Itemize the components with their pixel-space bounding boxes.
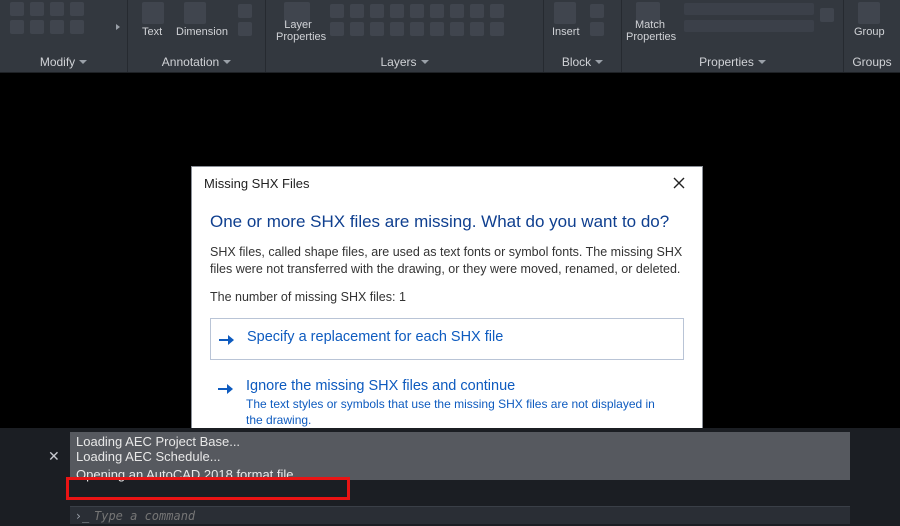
dialog-description: SHX files, called shape files, are used … xyxy=(210,244,684,278)
panel-label-text: Groups xyxy=(852,55,891,69)
close-button[interactable] xyxy=(668,172,690,194)
command-close-button[interactable]: ✕ xyxy=(48,448,60,465)
text-tool-label[interactable]: Text xyxy=(142,26,162,38)
chevron-down-icon xyxy=(223,60,231,64)
command-prompt-icon: ›_ xyxy=(70,507,94,524)
insert-tool-label[interactable]: Insert xyxy=(552,26,580,38)
history-line: Loading AEC Project Base... xyxy=(76,434,844,449)
command-line-area: ✕ Loading AEC Project Base... Loading AE… xyxy=(0,428,900,526)
panel-label-layers[interactable]: Layers xyxy=(266,52,543,72)
panel-label-text: Layers xyxy=(380,55,416,69)
panel-label-group[interactable]: Groups xyxy=(844,52,900,72)
panel-annotation: Text Dimension Annotation xyxy=(128,0,266,72)
panel-label-block[interactable]: Block xyxy=(544,52,621,72)
panel-label-text: Modify xyxy=(40,55,75,69)
panel-label-properties[interactable]: Properties xyxy=(622,52,843,72)
chevron-down-icon xyxy=(595,60,603,64)
panel-layers: Layer Properties Layers xyxy=(266,0,544,72)
match-properties-label[interactable]: Match Properties xyxy=(626,20,674,43)
close-icon xyxy=(673,177,685,189)
command-input[interactable] xyxy=(94,509,850,523)
dialog-missing-count: The number of missing SHX files: 1 xyxy=(210,290,684,304)
panel-label-text: Annotation xyxy=(162,55,219,69)
count-prefix: The number of missing SHX files: xyxy=(210,290,399,304)
layer-properties-label[interactable]: Layer Properties xyxy=(276,20,320,43)
chevron-down-icon xyxy=(421,60,429,64)
option2-title: Ignore the missing SHX files and continu… xyxy=(246,378,666,395)
panel-block: Insert Block xyxy=(544,0,622,72)
arrow-right-icon xyxy=(219,331,237,349)
command-history[interactable]: Loading AEC Project Base... Loading AEC … xyxy=(70,432,850,480)
group-tool-label[interactable]: Group xyxy=(854,26,885,38)
count-value: 1 xyxy=(399,290,406,304)
chevron-down-icon xyxy=(79,60,87,64)
option2-subtitle: The text styles or symbols that use the … xyxy=(246,397,666,428)
history-line: Loading AEC Schedule... xyxy=(76,449,844,464)
dialog-heading: One or more SHX files are missing. What … xyxy=(210,211,684,232)
ribbon: Modify Text Dimension Annotation Layer P… xyxy=(0,0,900,73)
dimension-tool-label[interactable]: Dimension xyxy=(176,26,228,38)
history-highlight-line: Opening an AutoCAD 2018 format file. xyxy=(76,467,844,482)
dialog-titlebar: Missing SHX Files xyxy=(192,167,702,199)
drawing-area[interactable]: Missing SHX Files One or more SHX files … xyxy=(0,73,900,428)
dialog-title: Missing SHX Files xyxy=(204,176,309,191)
chevron-down-icon xyxy=(758,60,766,64)
option-specify-replacement[interactable]: Specify a replacement for each SHX file xyxy=(210,318,684,360)
panel-properties: Match Properties Properties xyxy=(622,0,844,72)
panel-modify: Modify xyxy=(0,0,128,72)
panel-group: Group Groups xyxy=(844,0,900,72)
arrow-right-icon xyxy=(218,380,236,398)
panel-label-modify[interactable]: Modify xyxy=(0,52,127,72)
panel-label-annotation[interactable]: Annotation xyxy=(128,52,265,72)
command-input-row[interactable]: ›_ xyxy=(70,506,850,524)
panel-label-text: Properties xyxy=(699,55,754,69)
option1-title: Specify a replacement for each SHX file xyxy=(247,329,503,346)
panel-label-text: Block xyxy=(562,55,591,69)
